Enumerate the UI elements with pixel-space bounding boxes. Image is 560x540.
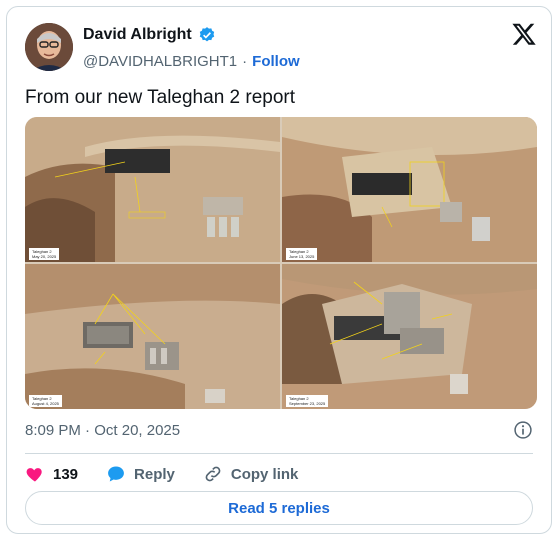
meta-dot: · [85, 422, 91, 439]
satellite-image-3[interactable]: Taleghan 2 August 4, 2025 [25, 264, 280, 409]
info-icon[interactable] [513, 420, 533, 440]
tweet-date[interactable]: Oct 20, 2025 [94, 422, 180, 439]
satellite-image-4[interactable]: Taleghan 2 September 23, 2025 [282, 264, 537, 409]
separator-dot: · [242, 53, 248, 70]
media-grid[interactable]: Taleghan 2 May 20, 2025 Taleghan 2 June … [25, 117, 537, 409]
panel-caption: Taleghan 2 June 13, 2025 [286, 248, 318, 260]
link-icon [205, 466, 221, 482]
verified-badge-icon [199, 27, 214, 42]
reply-label: Reply [134, 465, 175, 483]
tweet-card: David Albright @DAVIDHALBRIGHT1 · Follow… [6, 6, 552, 534]
copy-link-button[interactable]: Copy link [203, 464, 299, 484]
speech-bubble-icon [108, 466, 124, 482]
follow-button[interactable]: Follow [252, 53, 300, 70]
avatar[interactable] [25, 23, 73, 71]
satellite-image-1[interactable]: Taleghan 2 May 20, 2025 [25, 117, 280, 262]
timestamp[interactable]: 8:09 PM · Oct 20, 2025 [25, 422, 180, 439]
heart-icon [26, 468, 42, 482]
like-button[interactable]: 139 [25, 464, 78, 484]
divider [25, 453, 533, 454]
read-replies-button[interactable]: Read 5 replies [25, 491, 533, 525]
like-count: 139 [53, 465, 79, 483]
copy-link-label: Copy link [230, 465, 299, 483]
panel-caption: Taleghan 2 August 4, 2025 [29, 395, 62, 407]
x-logo-icon[interactable] [511, 21, 537, 47]
tweet-time[interactable]: 8:09 PM [25, 422, 81, 439]
reply-button[interactable]: Reply [106, 464, 175, 484]
author-handle[interactable]: @DAVIDHALBRIGHT1 [83, 53, 237, 70]
panel-caption: Taleghan 2 May 20, 2025 [29, 248, 60, 260]
panel-caption: Taleghan 2 September 23, 2025 [286, 395, 329, 407]
tweet-text: From our new Taleghan 2 report [25, 87, 296, 108]
satellite-image-2[interactable]: Taleghan 2 June 13, 2025 [282, 117, 537, 262]
author-name[interactable]: David Albright [83, 26, 192, 44]
action-bar: 139 Reply Copy link [25, 464, 326, 484]
